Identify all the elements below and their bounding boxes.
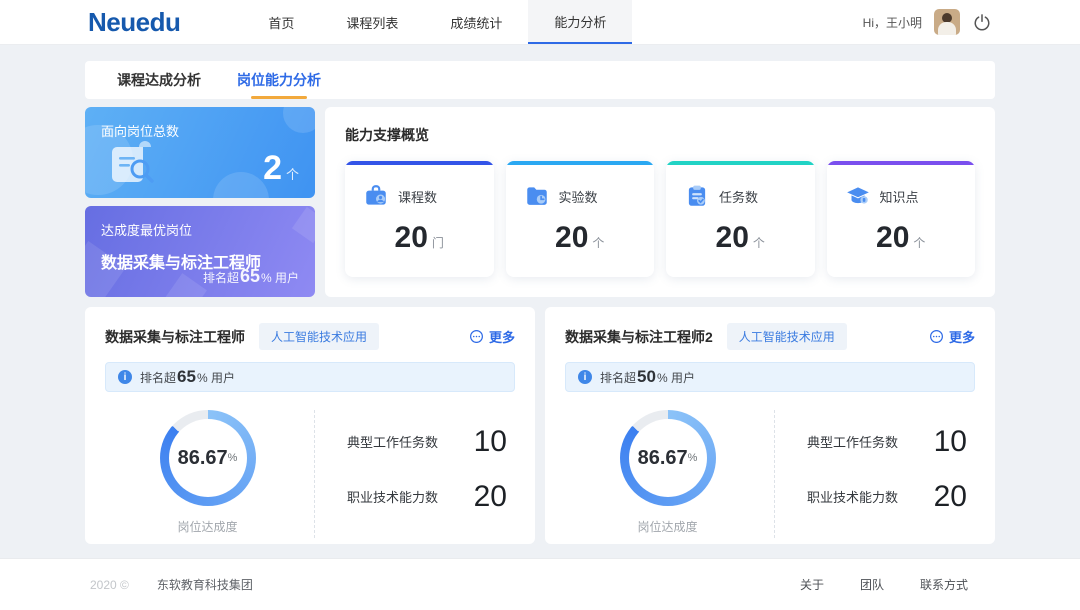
- job-2-title: 数据采集与标注工程师2: [565, 327, 713, 347]
- experiment-folder-icon: [524, 183, 550, 209]
- task-count-label: 任务数: [719, 187, 758, 206]
- experiment-count-value: 20: [555, 221, 588, 254]
- job-panel-2: 数据采集与标注工程师2 人工智能技术应用 更多 i 排名超50% 用户: [545, 307, 995, 544]
- job-2-task-count-row: 典型工作任务数 10: [807, 425, 967, 459]
- job-1-more-link[interactable]: 更多: [469, 327, 515, 346]
- nav-item-course-list[interactable]: 课程列表: [320, 0, 424, 44]
- info-icon: i: [578, 370, 592, 384]
- knowledge-count-label: 知识点: [880, 187, 919, 206]
- top-navbar: Neuedu 首页 课程列表 成绩统计 能力分析 Hi，王小明: [0, 0, 1080, 45]
- total-positions-value: 2: [263, 149, 282, 187]
- logout-power-icon[interactable]: [972, 12, 992, 32]
- dashed-divider: [774, 410, 775, 538]
- total-positions-card: 面向岗位总数 2个: [85, 107, 315, 198]
- donut-label: 岗位达成度: [637, 518, 697, 535]
- info-icon: i: [118, 370, 132, 384]
- footer-link-contact[interactable]: 联系方式: [920, 576, 968, 593]
- copyright-text: 2020 ©: [90, 578, 129, 592]
- experiment-count-card: 实验数 20个: [506, 161, 655, 277]
- best-position-card: 达成度最优岗位 数据采集与标注工程师 排名超65% 用户: [85, 206, 315, 297]
- company-name: 东软教育科技集团: [157, 576, 253, 593]
- nav-item-ability-analysis[interactable]: 能力分析: [528, 0, 632, 44]
- achievement-donut-chart: 86.67%: [620, 410, 716, 506]
- job-1-task-count-row: 典型工作任务数 10: [347, 425, 507, 459]
- job-2-more-link[interactable]: 更多: [929, 327, 975, 346]
- footer-link-about[interactable]: 关于: [800, 576, 824, 593]
- dashed-divider: [314, 410, 315, 538]
- neuedu-logo[interactable]: Neuedu: [88, 0, 180, 44]
- job-1-title: 数据采集与标注工程师: [105, 327, 245, 347]
- user-avatar[interactable]: [934, 9, 960, 35]
- job-2-skill-count-row: 职业技术能力数 20: [807, 480, 967, 514]
- knowledge-count-card: 知识点 20个: [827, 161, 976, 277]
- donut-label: 岗位达成度: [177, 518, 237, 535]
- best-position-rank: 排名超65% 用户: [203, 266, 299, 287]
- task-clipboard-icon: [684, 183, 710, 209]
- analysis-tabbar: 课程达成分析 岗位能力分析: [85, 61, 995, 99]
- task-count-card: 任务数 20个: [666, 161, 815, 277]
- task-count-value: 20: [716, 221, 749, 254]
- course-case-icon: [363, 183, 389, 209]
- knowledge-count-value: 20: [876, 221, 909, 254]
- job-2-rank-banner: i 排名超50% 用户: [565, 362, 975, 392]
- main-nav: 首页 课程列表 成绩统计 能力分析: [242, 0, 632, 44]
- course-count-label: 课程数: [398, 187, 437, 206]
- more-ellipsis-icon: [929, 329, 944, 344]
- donut-percent: 86.67: [638, 447, 688, 470]
- course-count-value: 20: [395, 221, 428, 254]
- page-footer: 2020 © 东软教育科技集团 关于 团队 联系方式: [0, 558, 1080, 610]
- nav-user-area: Hi，王小明: [863, 0, 992, 44]
- page-content: 课程达成分析 岗位能力分析 面向岗位总数: [0, 45, 1080, 544]
- summary-column: 面向岗位总数 2个: [85, 107, 315, 297]
- nav-item-home[interactable]: 首页: [242, 0, 320, 44]
- experiment-count-label: 实验数: [559, 187, 598, 206]
- ability-overview-panel: 能力支撑概览 课: [325, 107, 995, 297]
- job-panel-1: 数据采集与标注工程师 人工智能技术应用 更多 i 排名超65% 用户: [85, 307, 535, 544]
- job-1-rank-banner: i 排名超65% 用户: [105, 362, 515, 392]
- footer-link-team[interactable]: 团队: [860, 576, 884, 593]
- user-greeting: Hi，王小明: [863, 14, 922, 31]
- course-count-card: 课程数 20门: [345, 161, 494, 277]
- nav-item-grade-stats[interactable]: 成绩统计: [424, 0, 528, 44]
- job-1-skill-count-row: 职业技术能力数 20: [347, 480, 507, 514]
- knowledge-cap-icon: [845, 183, 871, 209]
- job-1-tag[interactable]: 人工智能技术应用: [259, 323, 379, 350]
- tab-course-achievement[interactable]: 课程达成分析: [99, 61, 219, 99]
- total-positions-unit: 个: [286, 167, 299, 182]
- overview-title: 能力支撑概览: [345, 125, 975, 145]
- document-search-icon: [107, 135, 165, 192]
- tab-position-ability[interactable]: 岗位能力分析: [219, 61, 339, 99]
- achievement-donut-chart: 86.67%: [160, 410, 256, 506]
- donut-percent: 86.67: [178, 447, 228, 470]
- job-2-tag[interactable]: 人工智能技术应用: [727, 323, 847, 350]
- more-ellipsis-icon: [469, 329, 484, 344]
- best-position-title: 达成度最优岗位: [101, 220, 299, 239]
